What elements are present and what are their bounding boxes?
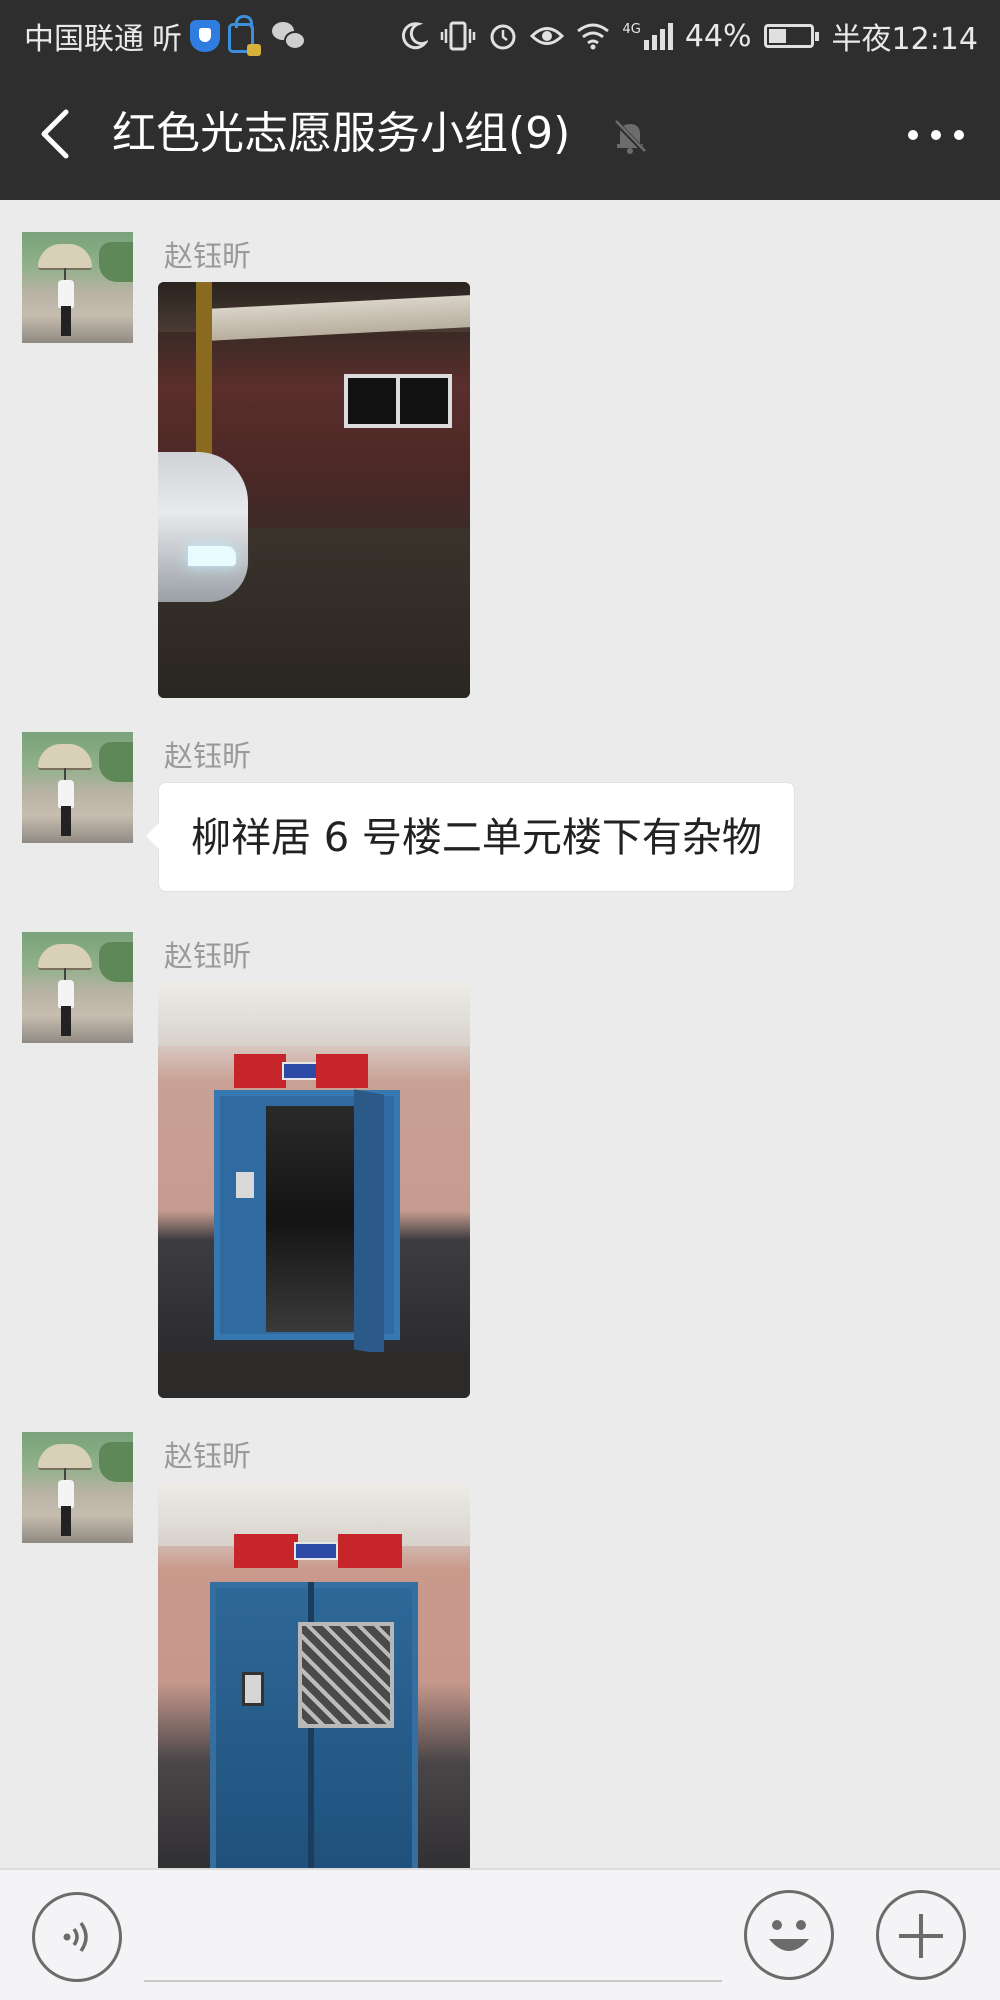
carrier-label: 中国联通 [24, 22, 144, 57]
smiley-icon[interactable] [744, 1890, 834, 1980]
vibrate-icon [440, 21, 476, 51]
more-horizontal-icon[interactable] [908, 120, 964, 150]
wechat-icon [272, 22, 306, 50]
avatar[interactable] [22, 1432, 133, 1543]
network-label: 4G [622, 22, 641, 37]
chat-header: 红色光志愿服务小组(9) [0, 68, 1000, 200]
status-right: 4G 44% 半夜12:14 [398, 14, 978, 58]
bell-off-icon [610, 116, 650, 156]
photo-building-entrance-night[interactable] [158, 282, 470, 698]
alarm-icon [488, 21, 518, 51]
sender-name: 赵钰昕 [164, 239, 252, 273]
shield-icon [190, 20, 220, 52]
avatar[interactable] [22, 732, 133, 843]
bag-icon [228, 15, 261, 56]
moon-icon [398, 21, 429, 51]
message-input[interactable] [144, 1898, 722, 1982]
status-bar: 中国联通 听 4G 44% 半夜12:14 [0, 0, 1000, 68]
message-list[interactable]: 赵钰昕 赵钰昕 柳祥居 6 号楼二单元楼下有杂物 赵钰昕 赵钰昕 [0, 200, 1000, 1868]
clock: 半夜12:14 [831, 22, 978, 57]
photo-closed-blue-door[interactable] [158, 1482, 470, 1868]
carrier-extra-label: 听 [152, 22, 182, 57]
text-bubble[interactable]: 柳祥居 6 号楼二单元楼下有杂物 [146, 782, 795, 892]
sender-name: 赵钰昕 [164, 1439, 252, 1473]
sender-name: 赵钰昕 [164, 939, 252, 973]
sender-name: 赵钰昕 [164, 739, 252, 773]
battery-percent: 44% [684, 18, 752, 54]
chat-title: 红色光志愿服务小组(9) [112, 108, 571, 159]
battery-level-fill [768, 29, 787, 43]
photo-open-blue-door[interactable] [158, 982, 470, 1398]
status-left: 中国联通 听 [24, 14, 306, 58]
avatar[interactable] [22, 232, 133, 343]
voice-icon[interactable] [32, 1892, 122, 1982]
chevron-left-icon[interactable] [34, 108, 80, 160]
signal-icon: 4G [622, 22, 673, 50]
eye-icon [530, 23, 565, 49]
plus-icon[interactable] [876, 1890, 966, 1980]
input-bar [0, 1868, 1000, 2000]
battery-icon [763, 24, 819, 48]
avatar[interactable] [22, 932, 133, 1043]
wifi-icon [576, 22, 610, 50]
